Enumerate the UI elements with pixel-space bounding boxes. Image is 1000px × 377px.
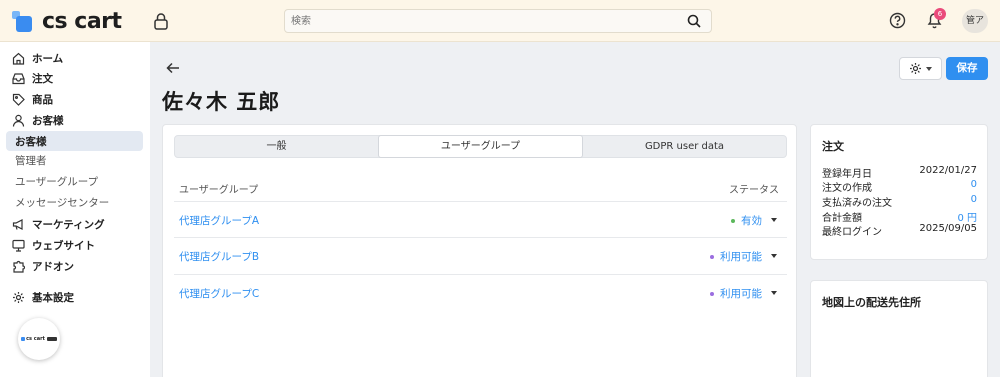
usergroup-link[interactable]: 代理店グループA bbox=[179, 213, 259, 228]
sidebar-item-label: お客様 bbox=[32, 114, 64, 127]
status-dropdown[interactable]: 有効 bbox=[731, 213, 762, 228]
tab-bar: 一般 ユーザーグループ GDPR user data bbox=[174, 135, 787, 158]
status-label: 利用可能 bbox=[720, 251, 762, 263]
search-input[interactable] bbox=[285, 10, 665, 32]
save-button[interactable]: 保存 bbox=[946, 57, 988, 80]
table-row: 代理店グループA 有効 bbox=[174, 201, 787, 238]
order-panel-title: 注文 bbox=[822, 140, 844, 153]
sidebar-sub-message-center[interactable]: メッセージセンター bbox=[15, 194, 109, 212]
sidebar-item-label: ホーム bbox=[32, 52, 64, 65]
order-row-last-login: 最終ログイン 2025/09/05 bbox=[822, 223, 977, 238]
order-row-value[interactable]: 0 bbox=[971, 179, 977, 194]
sidebar-active-label: お客様 bbox=[15, 135, 47, 148]
column-header-usergroup: ユーザーグループ bbox=[179, 185, 259, 196]
sidebar-sub-usergroups[interactable]: ユーザーグループ bbox=[15, 173, 98, 191]
cs-cart-logo[interactable]: cs cart bbox=[12, 9, 122, 34]
order-row-value[interactable]: 0 bbox=[971, 194, 977, 209]
sidebar-item-settings[interactable]: 基本設定 bbox=[6, 287, 143, 307]
sidebar-item-label: マーケティング bbox=[32, 218, 105, 231]
usergroup-link[interactable]: 代理店グループC bbox=[179, 286, 259, 301]
help-icon[interactable] bbox=[889, 12, 906, 29]
top-header: cs cart 6 管ア bbox=[0, 0, 1000, 42]
sidebar-item-customers[interactable]: お客様 bbox=[6, 110, 143, 130]
page-title: 佐々木 五郎 bbox=[162, 90, 281, 114]
order-row-registered: 登録年月日 2022/01/27 bbox=[822, 165, 977, 180]
tab-general[interactable]: 一般 bbox=[175, 136, 378, 157]
sidebar-item-label: ウェブサイト bbox=[32, 239, 95, 252]
status-dropdown[interactable]: 利用可能 bbox=[710, 286, 762, 301]
status-dot-icon bbox=[710, 291, 714, 296]
logo-mark-icon bbox=[12, 10, 34, 33]
chevron-down-icon[interactable] bbox=[771, 291, 777, 295]
sidebar-item-addons[interactable]: アドオン bbox=[6, 256, 143, 276]
order-row-label: 最終ログイン bbox=[822, 227, 882, 238]
order-row-value: 2022/01/27 bbox=[919, 165, 977, 176]
chevron-down-icon[interactable] bbox=[771, 218, 777, 222]
notification-badge: 6 bbox=[934, 8, 946, 20]
user-icon bbox=[12, 114, 25, 127]
status-dot-icon bbox=[731, 218, 735, 223]
tab-gdpr[interactable]: GDPR user data bbox=[583, 136, 786, 157]
status-dropdown[interactable]: 利用可能 bbox=[710, 249, 762, 264]
gear-icon bbox=[910, 63, 921, 74]
gear-icon bbox=[13, 291, 24, 303]
column-header-status: ステータス bbox=[729, 185, 779, 196]
order-row-label: 注文の作成 bbox=[822, 183, 872, 194]
sidebar-item-marketing[interactable]: マーケティング bbox=[6, 214, 143, 234]
order-row-total: 合計金額 0 円 bbox=[822, 209, 977, 224]
fab-tag-icon bbox=[46, 337, 57, 341]
megaphone-icon bbox=[12, 218, 23, 230]
logo-text: cs cart bbox=[42, 9, 122, 34]
order-row-paid: 支払済みの注文 0 bbox=[822, 194, 977, 209]
search-box[interactable] bbox=[284, 9, 712, 33]
sidebar-item-website[interactable]: ウェブサイト bbox=[6, 235, 143, 255]
chevron-down-icon bbox=[926, 66, 932, 71]
sidebar-item-orders[interactable]: 注文 bbox=[6, 68, 143, 88]
sidebar-item-customers-active[interactable]: お客様 bbox=[6, 131, 143, 151]
map-panel-title: 地図上の配送先住所 bbox=[822, 296, 921, 309]
order-row-label: 合計金額 bbox=[822, 213, 862, 224]
sidebar-item-label: 基本設定 bbox=[32, 291, 74, 304]
back-arrow-icon[interactable] bbox=[166, 62, 180, 74]
tag-icon bbox=[12, 93, 25, 106]
search-icon[interactable] bbox=[687, 14, 701, 28]
usergroups-card: 一般 ユーザーグループ GDPR user data ユーザーグループ ステータ… bbox=[162, 124, 797, 377]
status-label: 有効 bbox=[741, 215, 762, 227]
order-row-value[interactable]: 0 円 bbox=[957, 209, 977, 224]
sidebar-item-products[interactable]: 商品 bbox=[6, 89, 143, 109]
lock-icon[interactable] bbox=[153, 12, 169, 30]
shipping-map-panel: 地図上の配送先住所 bbox=[810, 280, 988, 377]
usergroup-link[interactable]: 代理店グループB bbox=[179, 249, 259, 264]
table-row: 代理店グループB 利用可能 bbox=[174, 237, 787, 274]
status-dot-icon bbox=[710, 254, 714, 259]
sidebar-item-label: 注文 bbox=[32, 72, 53, 85]
sidebar-item-label: アドオン bbox=[32, 260, 74, 273]
order-row-label: 登録年月日 bbox=[822, 169, 872, 180]
inbox-icon bbox=[12, 72, 25, 84]
chevron-down-icon[interactable] bbox=[771, 254, 777, 258]
settings-dropdown-button[interactable] bbox=[899, 57, 942, 80]
sidebar-item-home[interactable]: ホーム bbox=[6, 48, 143, 68]
tab-usergroups[interactable]: ユーザーグループ bbox=[378, 135, 583, 158]
monitor-icon bbox=[12, 239, 25, 252]
order-row-value: 2025/09/05 bbox=[919, 223, 977, 234]
cs-cart-floating-button[interactable]: cs cart bbox=[18, 318, 60, 360]
fab-text: cs cart bbox=[26, 336, 45, 342]
order-row-created: 注文の作成 0 bbox=[822, 179, 977, 194]
table-row: 代理店グループC 利用可能 bbox=[174, 274, 787, 311]
user-avatar[interactable]: 管ア bbox=[962, 9, 988, 33]
status-label: 利用可能 bbox=[720, 288, 762, 300]
puzzle-icon bbox=[13, 260, 25, 273]
sidebar-sub-admins[interactable]: 管理者 bbox=[15, 152, 47, 170]
order-row-label: 支払済みの注文 bbox=[822, 198, 892, 209]
sidebar-item-label: 商品 bbox=[32, 93, 53, 106]
fab-logo-icon bbox=[21, 337, 26, 341]
home-icon bbox=[12, 52, 25, 65]
order-summary-panel: 注文 登録年月日 2022/01/27 注文の作成 0 支払済みの注文 0 合計… bbox=[810, 124, 988, 260]
